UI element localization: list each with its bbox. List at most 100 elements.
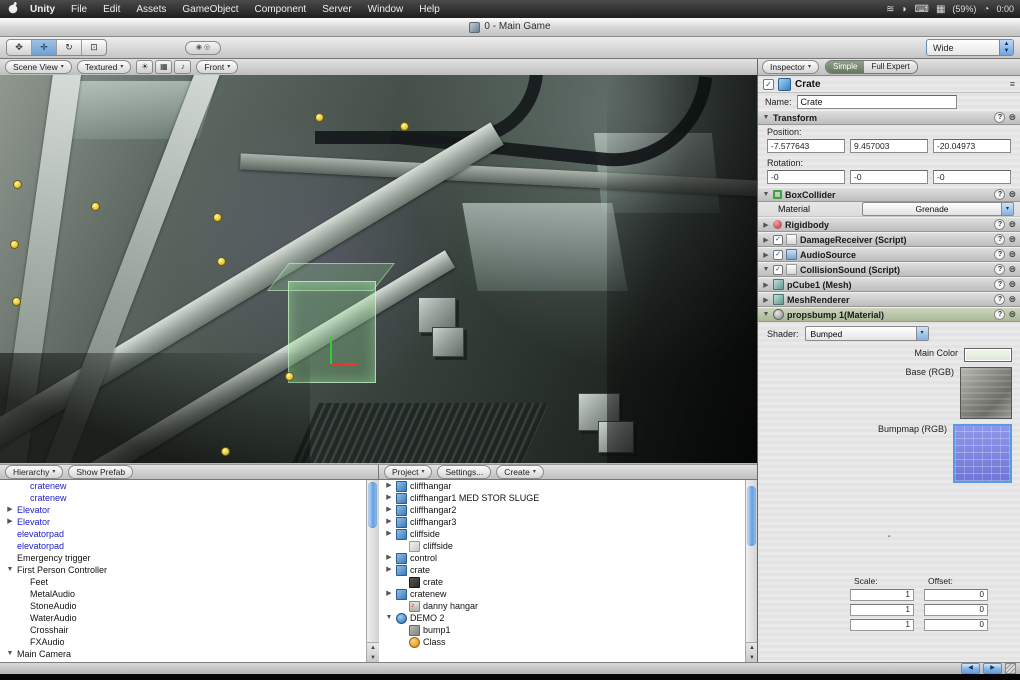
scale-field[interactable]: 1 xyxy=(850,589,914,601)
disclosure-triangle[interactable]: ▶ xyxy=(762,296,770,304)
disclosure-triangle[interactable]: ▶ xyxy=(385,516,393,528)
menu-gameobject[interactable]: GameObject xyxy=(174,4,246,15)
light-gizmo-icon[interactable] xyxy=(213,213,222,222)
project-item[interactable]: cliffside xyxy=(379,540,745,552)
help-icon[interactable]: ? xyxy=(994,279,1005,290)
project-item[interactable]: ▼DEMO 2 xyxy=(379,612,745,624)
context-menu-icon[interactable]: ⊜ xyxy=(1008,189,1016,200)
hierarchy-item[interactable]: elevatorpad xyxy=(0,528,366,540)
shader-dropdown[interactable]: Bumped ▾ xyxy=(805,326,929,341)
hierarchy-item[interactable]: Emergency trigger xyxy=(0,552,366,564)
scale-field[interactable]: 1 xyxy=(850,604,914,616)
hierarchy-item[interactable]: MetalAudio xyxy=(0,588,366,600)
project-item[interactable]: ▶cliffside xyxy=(379,528,745,540)
hierarchy-item[interactable]: ▶Elevator xyxy=(0,504,366,516)
light-gizmo-icon[interactable] xyxy=(400,122,409,131)
menu-server[interactable]: Server xyxy=(314,4,359,15)
disclosure-triangle[interactable]: ▼ xyxy=(6,564,14,576)
component-header-rigidbody[interactable]: ▶Rigidbody?⊜ xyxy=(758,217,1020,232)
disclosure-triangle[interactable]: ▶ xyxy=(385,504,393,516)
component-header-boxcollider[interactable]: ▼BoxCollider?⊜ xyxy=(758,187,1020,202)
enabled-checkbox[interactable]: ✓ xyxy=(773,235,783,245)
hierarchy-item[interactable]: StoneAudio xyxy=(0,600,366,612)
inspector-menu[interactable]: Inspector▾ xyxy=(762,60,819,74)
disclosure-triangle[interactable]: ▶ xyxy=(385,528,393,540)
page-forward-button[interactable]: ▶ xyxy=(983,663,1002,674)
component-header-damagereceiver-script[interactable]: ▶✓DamageReceiver (Script)?⊜ xyxy=(758,232,1020,247)
page-back-button[interactable]: ◀ xyxy=(961,663,980,674)
context-menu-icon[interactable]: ⊜ xyxy=(1008,264,1016,275)
hierarchy-item[interactable]: Feet xyxy=(0,576,366,588)
gizmo-x-axis[interactable] xyxy=(331,363,357,365)
component-header-propsbump-1-material[interactable]: ▼propsbump 1(Material)?⊜ xyxy=(758,307,1020,322)
hierarchy-menu[interactable]: Hierarchy▾ xyxy=(5,465,63,479)
scale-field[interactable]: 1 xyxy=(850,619,914,631)
light-gizmo-icon[interactable] xyxy=(13,180,22,189)
project-item[interactable]: ▶cliffhangar1 MED STOR SLUGE xyxy=(379,492,745,504)
position-y-field[interactable]: 9.457003 xyxy=(850,139,928,153)
tab-full-expert[interactable]: Full Expert xyxy=(864,61,916,73)
component-header-audiosource[interactable]: ▶✓AudioSource?⊜ xyxy=(758,247,1020,262)
menu-help[interactable]: Help xyxy=(411,4,448,15)
light-gizmo-icon[interactable] xyxy=(285,372,294,381)
project-item[interactable]: ▶control xyxy=(379,552,745,564)
help-icon[interactable]: ? xyxy=(994,112,1005,123)
name-field[interactable]: Crate xyxy=(797,95,957,109)
rotation-x-field[interactable]: -0 xyxy=(767,170,845,184)
project-item[interactable]: ▶cliffhangar2 xyxy=(379,504,745,516)
main-color-swatch[interactable] xyxy=(964,348,1012,362)
project-item[interactable]: danny hangar xyxy=(379,600,745,612)
lighting-toggle-icon[interactable]: ☀ xyxy=(136,60,153,74)
keyboard-icon[interactable]: ⌨ xyxy=(915,4,929,15)
disclosure-triangle[interactable]: ▶ xyxy=(762,281,770,289)
settings-button[interactable]: Settings... xyxy=(437,465,491,479)
context-menu-icon[interactable]: ⊜ xyxy=(1008,234,1016,245)
light-gizmo-icon[interactable] xyxy=(10,240,19,249)
hierarchy-item[interactable]: ▼Main Camera xyxy=(0,648,366,660)
project-item[interactable]: ▶cliffhangar xyxy=(379,480,745,492)
help-icon[interactable]: ? xyxy=(994,219,1005,230)
context-menu-icon[interactable]: ⊜ xyxy=(1008,249,1016,260)
light-gizmo-icon[interactable] xyxy=(217,257,226,266)
disclosure-triangle[interactable]: ▶ xyxy=(385,480,393,492)
move-tool[interactable]: ✛ xyxy=(32,40,57,55)
light-gizmo-icon[interactable] xyxy=(221,447,230,456)
help-icon[interactable]: ? xyxy=(994,264,1005,275)
airport-icon[interactable]: ≋ xyxy=(886,4,894,15)
battery-status[interactable]: (59%) xyxy=(952,4,976,14)
component-header-collisionsound-script[interactable]: ▼✓CollisionSound (Script)?⊜ xyxy=(758,262,1020,277)
hierarchy-scrollbar[interactable]: ▲▼ xyxy=(366,480,379,663)
project-item[interactable]: crate xyxy=(379,576,745,588)
transform-header[interactable]: ▼ Transform ?⊜ xyxy=(758,110,1020,125)
hierarchy-item[interactable]: ▶Elevator xyxy=(0,516,366,528)
tab-simple[interactable]: Simple xyxy=(826,61,864,73)
context-menu-icon[interactable]: ⊜ xyxy=(1008,279,1016,290)
active-checkbox[interactable]: ✓ xyxy=(763,79,774,90)
overlay-toggle-icon[interactable]: ▦ xyxy=(155,60,172,74)
rotation-z-field[interactable]: -0 xyxy=(933,170,1011,184)
hierarchy-item[interactable]: cratenew xyxy=(0,480,366,492)
disclosure-triangle[interactable]: ▶ xyxy=(6,504,14,516)
component-header-meshrenderer[interactable]: ▶MeshRenderer?⊜ xyxy=(758,292,1020,307)
context-menu-icon[interactable]: ⊜ xyxy=(1008,219,1016,230)
project-menu[interactable]: Project▾ xyxy=(384,465,432,479)
scrollbar-thumb[interactable] xyxy=(747,486,756,546)
hierarchy-item[interactable]: cratenew xyxy=(0,492,366,504)
bumpmap-texture-thumb[interactable] xyxy=(953,424,1012,483)
scale-tool[interactable]: ⊡ xyxy=(82,40,106,55)
scrollbar-arrows[interactable]: ▲▼ xyxy=(367,642,379,663)
menu-file[interactable]: File xyxy=(63,4,95,15)
disclosure-triangle[interactable]: ▶ xyxy=(762,221,770,229)
rotation-y-field[interactable]: -0 xyxy=(850,170,928,184)
help-icon[interactable]: ? xyxy=(994,189,1005,200)
light-gizmo-icon[interactable] xyxy=(91,202,100,211)
enabled-checkbox[interactable]: ✓ xyxy=(773,250,783,260)
menu-clock[interactable]: 0:00 xyxy=(996,4,1014,14)
enabled-checkbox[interactable]: ✓ xyxy=(773,265,783,275)
menu-edit[interactable]: Edit xyxy=(95,4,128,15)
disclosure-triangle[interactable]: ▶ xyxy=(762,251,770,259)
layout-dropdown[interactable]: Wide ▲▼ xyxy=(926,39,1014,56)
base-texture-thumb[interactable] xyxy=(960,367,1012,419)
disclosure-triangle[interactable]: ▶ xyxy=(385,588,393,600)
material-dropdown[interactable]: Grenade▾ xyxy=(862,202,1014,216)
